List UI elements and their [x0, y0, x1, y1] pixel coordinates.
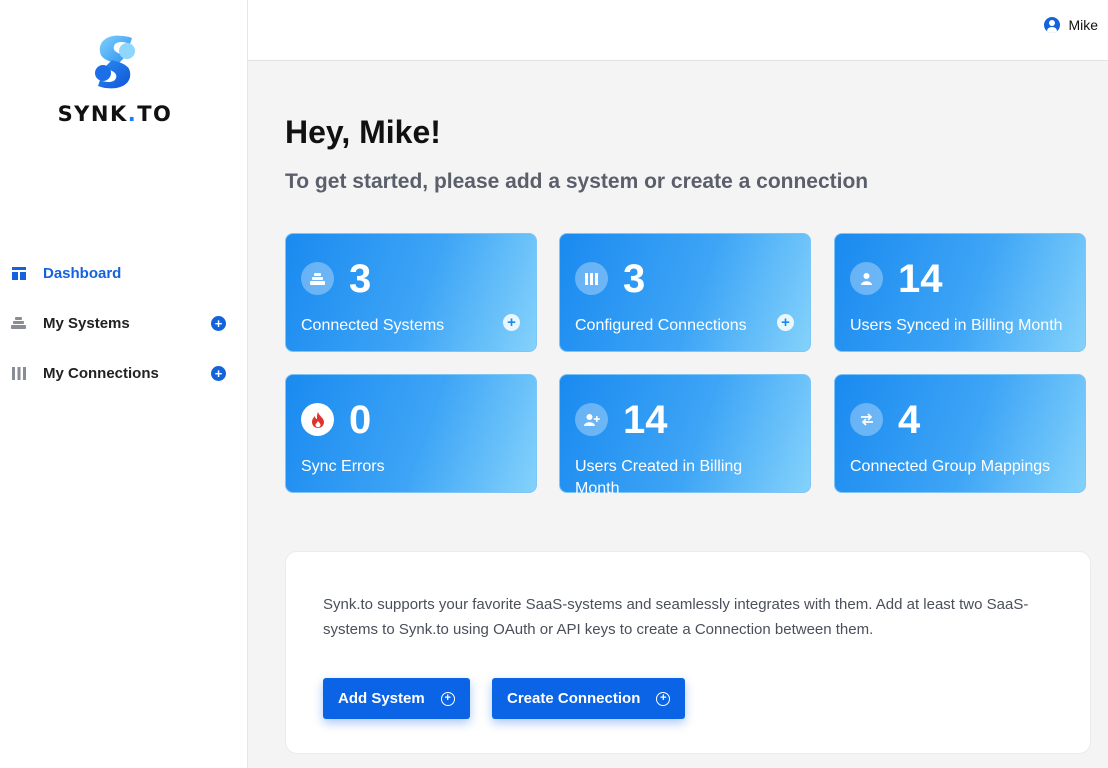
user-menu[interactable]: Mike: [1044, 17, 1098, 33]
user-name: Mike: [1068, 17, 1098, 33]
add-circle-icon[interactable]: +: [503, 314, 520, 331]
stat-value: 14: [898, 257, 943, 301]
stat-value: 0: [349, 398, 372, 442]
add-circle-icon[interactable]: +: [777, 314, 794, 331]
sidebar-item-label: Dashboard: [43, 264, 122, 282]
stat-value: 3: [623, 257, 646, 301]
stat-card-configured-connections[interactable]: 3 Configured Connections +: [559, 233, 811, 352]
button-label: Create Connection: [507, 690, 641, 707]
stat-card-connected-systems[interactable]: 3 Connected Systems +: [285, 233, 537, 352]
stat-value: 3: [349, 257, 372, 301]
top-bar: Mike: [248, 0, 1108, 61]
getting-started-panel: Synk.to supports your favorite SaaS-syst…: [285, 551, 1091, 754]
columns-icon: [11, 366, 26, 381]
brand-name: SYNK.TO: [57, 102, 173, 126]
stat-card-sync-errors: 0 Sync Errors: [285, 374, 537, 493]
add-system-icon[interactable]: +: [211, 315, 226, 331]
sidebar-nav: Dashboard My Systems + My Connections +: [0, 248, 248, 398]
create-connection-button[interactable]: Create Connection +: [492, 678, 686, 719]
stat-card-users-created: 14 Users Created in Billing Month: [559, 374, 811, 497]
stat-label: Sync Errors: [301, 458, 385, 475]
stack-icon: [11, 316, 26, 331]
stat-value: 4: [898, 398, 921, 442]
user-icon: [850, 262, 883, 295]
stat-label: Connected Systems: [301, 317, 445, 334]
sidebar-item-my-connections[interactable]: My Connections +: [0, 348, 248, 398]
add-system-button[interactable]: Add System +: [323, 678, 470, 719]
stack-icon: [301, 262, 334, 295]
user-circle-icon: [1044, 17, 1061, 33]
brand-logo[interactable]: SYNK.TO: [0, 34, 230, 126]
info-text: Synk.to supports your favorite SaaS-syst…: [323, 596, 1029, 638]
user-add-icon: [575, 403, 608, 436]
stat-card-group-mappings: 4 Connected Group Mappings: [834, 374, 1086, 493]
sidebar-item-label: My Systems: [43, 314, 130, 332]
fire-icon: [301, 403, 334, 436]
stat-label: Users Created in Billing Month: [575, 458, 743, 497]
add-circle-icon: +: [656, 691, 671, 706]
sidebar-item-dashboard[interactable]: Dashboard: [0, 248, 248, 298]
stat-label: Users Synced in Billing Month: [850, 317, 1063, 334]
sidebar: SYNK.TO Dashboard My Systems + My Connec…: [0, 0, 248, 768]
page-title: Hey, Mike!: [285, 114, 441, 150]
dashboard-icon: [11, 266, 26, 281]
add-connection-icon[interactable]: +: [211, 365, 226, 381]
stat-card-users-synced: 14 Users Synced in Billing Month: [834, 233, 1086, 352]
button-label: Add System: [338, 690, 425, 707]
sidebar-item-label: My Connections: [43, 364, 159, 382]
columns-icon: [575, 262, 608, 295]
stat-value: 14: [623, 398, 668, 442]
sidebar-item-my-systems[interactable]: My Systems +: [0, 298, 248, 348]
synk-logo-icon: [92, 34, 138, 90]
stat-label: Connected Group Mappings: [850, 458, 1051, 475]
stat-label: Configured Connections: [575, 317, 747, 334]
page-subtitle: To get started, please add a system or c…: [285, 170, 869, 193]
add-circle-icon: +: [440, 691, 455, 706]
swap-icon: [850, 403, 883, 436]
